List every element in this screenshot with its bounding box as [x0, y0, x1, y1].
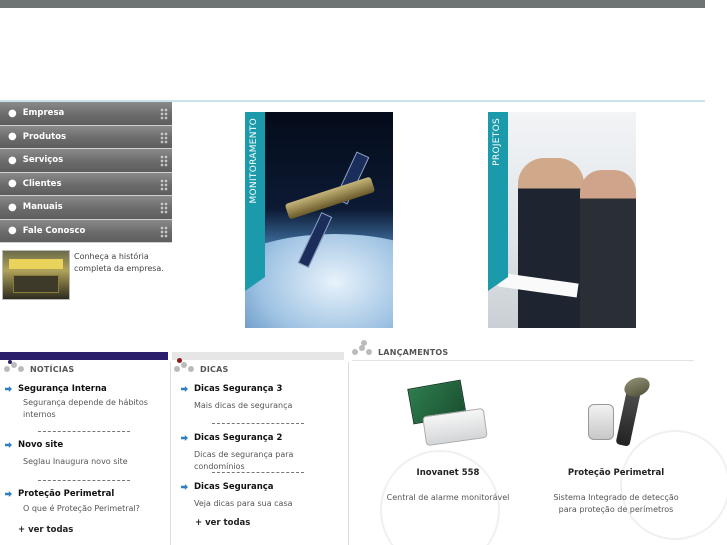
product-protecao-perimetral[interactable]: Proteção Perimetral Sistema Integrado de… — [532, 468, 700, 516]
nav-item-label: Empresa — [22, 108, 65, 119]
grip-dots-icon — [160, 155, 168, 167]
nav-item-label: Serviços — [22, 155, 64, 166]
perimetral-product-image[interactable] — [582, 374, 658, 454]
arrow-right-icon — [5, 442, 12, 448]
bullet-icon: ● — [8, 201, 17, 213]
section-title: NOTÍCIAS — [30, 365, 75, 374]
section-title: DICAS — [200, 365, 229, 374]
dicas-ver-todas-link[interactable]: + ver todas — [195, 518, 250, 528]
inovanet-product-image[interactable] — [407, 379, 490, 448]
arrow-right-icon — [181, 484, 188, 490]
grip-dots-icon — [160, 178, 168, 191]
noticia-item: Segurança Interna Segurança depende de h… — [5, 384, 165, 421]
nav-item-label: Clientes — [22, 178, 62, 189]
grip-dots-icon — [160, 131, 168, 144]
bullet-icon: ● — [8, 107, 17, 119]
dica-desc[interactable]: Veja dicas para sua casa — [181, 498, 341, 510]
noticias-header: NOTÍCIAS — [4, 360, 75, 374]
dica-title-link[interactable]: Dicas Segurança 3 — [181, 384, 341, 394]
product-desc: Central de alarme monitorável — [386, 493, 510, 502]
separator — [212, 472, 304, 473]
grip-dots-icon — [160, 202, 168, 214]
nav-item-label: Produtos — [22, 131, 67, 142]
bullet-icon: ● — [8, 154, 17, 166]
dicas-header: DICAS — [174, 358, 229, 374]
column-divider — [170, 362, 171, 545]
arrow-right-icon — [181, 435, 188, 441]
nav-item-label: Fale Conosco — [22, 225, 86, 236]
dots-cluster-icon — [352, 340, 374, 357]
separator — [38, 431, 130, 432]
noticia-title-link[interactable]: Proteção Perimetral — [5, 489, 165, 499]
arrow-right-icon — [181, 386, 188, 392]
noticia-title-link[interactable]: Novo site — [5, 440, 165, 450]
noticia-desc[interactable]: O que é Proteção Perimetral? — [5, 503, 165, 515]
product-name: Proteção Perimetral — [567, 468, 665, 478]
dica-item: Dicas Segurança 2 Dicas de segurança par… — [181, 433, 341, 473]
nav-item-manuais[interactable]: ● Manuais — [0, 196, 172, 220]
arrow-right-icon — [5, 386, 12, 392]
noticia-item: Novo site Seglau Inaugura novo site — [5, 440, 165, 468]
company-teaser-text[interactable]: Conheça a história completa da empresa. — [74, 251, 170, 275]
noticias-ver-todas-link[interactable]: + ver todas — [18, 525, 73, 535]
product-name: Inovanet 558 — [416, 468, 480, 478]
noticias-header-bar — [0, 352, 168, 360]
top-bar — [0, 0, 705, 8]
noticia-title-link[interactable]: Segurança Interna — [5, 384, 165, 394]
nav-item-clientes[interactable]: ● Clientes — [0, 172, 172, 196]
noticia-item: Proteção Perimetral O que é Proteção Per… — [5, 489, 165, 515]
section-title: LANÇAMENTOS — [378, 348, 449, 357]
banner-label: PROJETOS — [492, 118, 502, 166]
banner-tab: MONITORAMENTO — [245, 112, 265, 291]
dica-title-link[interactable]: Dicas Segurança 2 — [181, 433, 341, 443]
nav-item-servicos[interactable]: ● Serviços — [0, 149, 172, 173]
nav-item-empresa[interactable]: ● Empresa — [0, 102, 172, 126]
storefront-thumbnail[interactable] — [2, 250, 70, 300]
separator — [212, 423, 304, 424]
product-desc: Sistema Integrado de detecção para prote… — [553, 493, 679, 514]
bullet-icon: ● — [8, 131, 17, 143]
noticia-desc[interactable]: Seglau Inaugura novo site — [5, 456, 165, 468]
dica-desc[interactable]: Dicas de segurança para condomínios — [181, 449, 341, 473]
dicas-header-bar — [172, 352, 344, 360]
column-divider — [348, 362, 349, 545]
businessman-image — [580, 170, 636, 328]
noticia-desc[interactable]: Segurança depende de hábitos internos — [5, 397, 165, 421]
dots-cluster-icon — [174, 358, 196, 374]
grip-dots-icon — [160, 225, 168, 238]
separator — [38, 480, 130, 481]
bullet-icon: ● — [8, 225, 17, 237]
dica-title-link[interactable]: Dicas Segurança — [181, 482, 341, 492]
satellite-image — [284, 176, 376, 220]
banner-monitoramento[interactable]: MONITORAMENTO — [245, 112, 393, 328]
nav-item-produtos[interactable]: ● Produtos — [0, 125, 172, 149]
bullet-icon: ● — [8, 178, 17, 190]
arrow-right-icon — [5, 491, 12, 497]
banner-tab: PROJETOS — [488, 112, 508, 291]
dica-desc[interactable]: Mais dicas de segurança — [181, 400, 341, 412]
main-nav: ● Empresa ● Produtos ● Serviços ● Clientes ●… — [0, 102, 172, 243]
product-inovanet[interactable]: Inovanet 558 Central de alarme monitoráv… — [364, 468, 532, 504]
banner-label: MONITORAMENTO — [249, 118, 259, 204]
nav-item-fale-conosco[interactable]: ● Fale Conosco — [0, 219, 172, 243]
dica-item: Dicas Segurança Veja dicas para sua casa — [181, 482, 341, 510]
lancamentos-divider — [352, 360, 694, 361]
earth-image — [245, 234, 393, 328]
lancamentos-header: LANÇAMENTOS — [352, 340, 449, 357]
businessman-image — [518, 158, 584, 328]
banner-projetos[interactable]: PROJETOS — [488, 112, 636, 328]
nav-item-label: Manuais — [22, 202, 63, 213]
dica-item: Dicas Segurança 3 Mais dicas de seguranç… — [181, 384, 341, 412]
dots-cluster-icon — [4, 360, 26, 374]
grip-dots-icon — [160, 108, 168, 120]
